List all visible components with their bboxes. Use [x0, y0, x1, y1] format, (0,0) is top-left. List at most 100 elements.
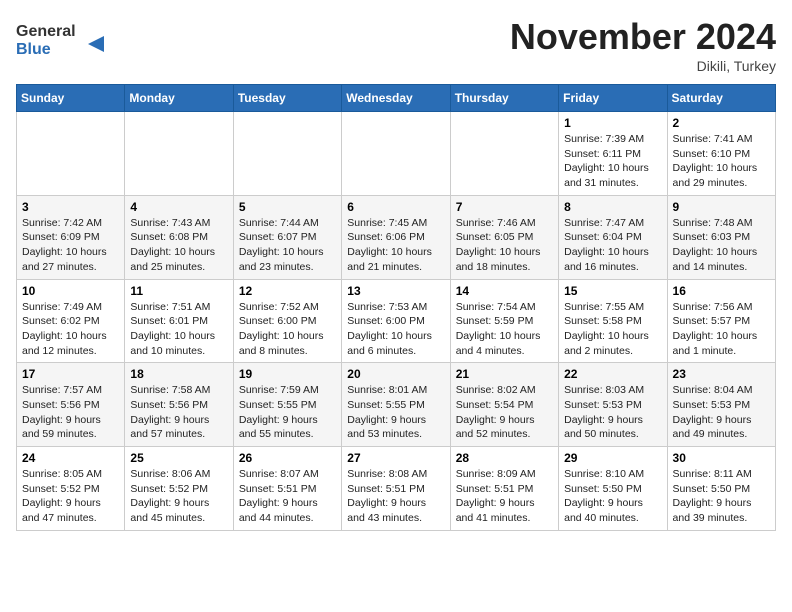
calendar-cell: 9 Sunrise: 7:48 AMSunset: 6:03 PMDaylight…: [667, 195, 775, 279]
svg-text:Blue: Blue: [16, 41, 51, 58]
day-info: Sunrise: 7:48 AMSunset: 6:03 PMDaylight:…: [673, 216, 770, 275]
calendar-cell: 20 Sunrise: 8:01 AMSunset: 5:55 PMDayligh…: [342, 363, 450, 447]
weekday-header: Sunday: [17, 85, 125, 112]
day-info: Sunrise: 7:43 AMSunset: 6:08 PMDaylight:…: [130, 216, 227, 275]
calendar-week-row: 1Sunrise: 7:39 AMSunset: 6:11 PMDaylight…: [17, 112, 776, 196]
weekday-header: Friday: [559, 85, 667, 112]
weekday-header: Wednesday: [342, 85, 450, 112]
calendar-cell: 25Sunrise: 8:06 AMSunset: 5:52 PMDayligh…: [125, 447, 233, 531]
logo: General Blue: [16, 16, 106, 65]
day-info: Sunrise: 7:39 AMSunset: 6:11 PMDaylight:…: [564, 132, 661, 191]
calendar-cell: [342, 112, 450, 196]
day-number: 17: [22, 367, 119, 381]
day-info: Sunrise: 7:41 AMSunset: 6:10 PMDaylight:…: [673, 132, 770, 191]
day-info: Sunrise: 7:58 AMSunset: 5:56 PMDaylight:…: [130, 383, 227, 442]
calendar-cell: 21Sunrise: 8:02 AMSunset: 5:54 PMDayligh…: [450, 363, 558, 447]
calendar-cell: 19 Sunrise: 7:59 AMSunset: 5:55 PMDayligh…: [233, 363, 341, 447]
day-info: Sunrise: 8:10 AMSunset: 5:50 PMDaylight:…: [564, 467, 661, 526]
calendar-week-row: 10 Sunrise: 7:49 AMSunset: 6:02 PMDayligh…: [17, 279, 776, 363]
day-number: 15: [564, 284, 661, 298]
day-number: 24: [22, 451, 119, 465]
calendar-cell: 26 Sunrise: 8:07 AMSunset: 5:51 PMDayligh…: [233, 447, 341, 531]
day-number: 27: [347, 451, 444, 465]
day-number: 23: [673, 367, 770, 381]
day-number: 7: [456, 200, 553, 214]
calendar-cell: 4 Sunrise: 7:43 AMSunset: 6:08 PMDaylight…: [125, 195, 233, 279]
location: Dikili, Turkey: [510, 58, 776, 74]
calendar-week-row: 17 Sunrise: 7:57 AMSunset: 5:56 PMDayligh…: [17, 363, 776, 447]
day-number: 5: [239, 200, 336, 214]
day-info: Sunrise: 8:11 AMSunset: 5:50 PMDaylight:…: [673, 467, 770, 526]
calendar-table: SundayMondayTuesdayWednesdayThursdayFrid…: [16, 84, 776, 531]
day-number: 12: [239, 284, 336, 298]
calendar-cell: 10 Sunrise: 7:49 AMSunset: 6:02 PMDayligh…: [17, 279, 125, 363]
day-number: 14: [456, 284, 553, 298]
day-number: 19: [239, 367, 336, 381]
calendar-cell: [125, 112, 233, 196]
day-number: 6: [347, 200, 444, 214]
day-info: Sunrise: 7:42 AMSunset: 6:09 PMDaylight:…: [22, 216, 119, 275]
calendar-cell: 11 Sunrise: 7:51 AMSunset: 6:01 PMDayligh…: [125, 279, 233, 363]
day-info: Sunrise: 7:51 AMSunset: 6:01 PMDaylight:…: [130, 300, 227, 359]
day-info: Sunrise: 8:06 AMSunset: 5:52 PMDaylight:…: [130, 467, 227, 526]
calendar-cell: 5 Sunrise: 7:44 AMSunset: 6:07 PMDaylight…: [233, 195, 341, 279]
month-title: November 2024: [510, 16, 776, 58]
calendar-cell: 2Sunrise: 7:41 AMSunset: 6:10 PMDaylight…: [667, 112, 775, 196]
calendar-cell: 29Sunrise: 8:10 AMSunset: 5:50 PMDayligh…: [559, 447, 667, 531]
day-info: Sunrise: 8:08 AMSunset: 5:51 PMDaylight:…: [347, 467, 444, 526]
day-number: 10: [22, 284, 119, 298]
calendar-cell: 7Sunrise: 7:46 AMSunset: 6:05 PMDaylight…: [450, 195, 558, 279]
logo-text-block: General Blue: [16, 16, 106, 65]
calendar-cell: 16 Sunrise: 7:56 AMSunset: 5:57 PMDayligh…: [667, 279, 775, 363]
day-info: Sunrise: 7:49 AMSunset: 6:02 PMDaylight:…: [22, 300, 119, 359]
day-info: Sunrise: 7:55 AMSunset: 5:58 PMDaylight:…: [564, 300, 661, 359]
day-info: Sunrise: 7:44 AMSunset: 6:07 PMDaylight:…: [239, 216, 336, 275]
calendar-cell: 12 Sunrise: 7:52 AMSunset: 6:00 PMDayligh…: [233, 279, 341, 363]
day-info: Sunrise: 8:02 AMSunset: 5:54 PMDaylight:…: [456, 383, 553, 442]
calendar-header-row: SundayMondayTuesdayWednesdayThursdayFrid…: [17, 85, 776, 112]
day-number: 4: [130, 200, 227, 214]
day-info: Sunrise: 8:07 AMSunset: 5:51 PMDaylight:…: [239, 467, 336, 526]
day-number: 26: [239, 451, 336, 465]
calendar-cell: 30Sunrise: 8:11 AMSunset: 5:50 PMDayligh…: [667, 447, 775, 531]
calendar-cell: 24 Sunrise: 8:05 AMSunset: 5:52 PMDayligh…: [17, 447, 125, 531]
calendar-cell: 3 Sunrise: 7:42 AMSunset: 6:09 PMDaylight…: [17, 195, 125, 279]
page-header: General Blue November 2024 Dikili, Turke…: [16, 16, 776, 74]
calendar-cell: [233, 112, 341, 196]
weekday-header: Thursday: [450, 85, 558, 112]
calendar-cell: 15 Sunrise: 7:55 AMSunset: 5:58 PMDayligh…: [559, 279, 667, 363]
calendar-cell: [17, 112, 125, 196]
day-info: Sunrise: 7:59 AMSunset: 5:55 PMDaylight:…: [239, 383, 336, 442]
day-number: 16: [673, 284, 770, 298]
day-number: 13: [347, 284, 444, 298]
calendar-week-row: 3 Sunrise: 7:42 AMSunset: 6:09 PMDaylight…: [17, 195, 776, 279]
calendar-cell: 13 Sunrise: 7:53 AMSunset: 6:00 PMDayligh…: [342, 279, 450, 363]
svg-text:General: General: [16, 23, 76, 40]
calendar-cell: 23 Sunrise: 8:04 AMSunset: 5:53 PMDayligh…: [667, 363, 775, 447]
day-info: Sunrise: 8:05 AMSunset: 5:52 PMDaylight:…: [22, 467, 119, 526]
day-number: 3: [22, 200, 119, 214]
day-info: Sunrise: 8:09 AMSunset: 5:51 PMDaylight:…: [456, 467, 553, 526]
calendar-week-row: 24 Sunrise: 8:05 AMSunset: 5:52 PMDayligh…: [17, 447, 776, 531]
calendar-cell: 22 Sunrise: 8:03 AMSunset: 5:53 PMDayligh…: [559, 363, 667, 447]
weekday-header: Monday: [125, 85, 233, 112]
day-info: Sunrise: 7:53 AMSunset: 6:00 PMDaylight:…: [347, 300, 444, 359]
day-info: Sunrise: 8:03 AMSunset: 5:53 PMDaylight:…: [564, 383, 661, 442]
day-number: 22: [564, 367, 661, 381]
calendar-cell: 6Sunrise: 7:45 AMSunset: 6:06 PMDaylight…: [342, 195, 450, 279]
day-number: 11: [130, 284, 227, 298]
day-info: Sunrise: 8:04 AMSunset: 5:53 PMDaylight:…: [673, 383, 770, 442]
calendar-cell: 1Sunrise: 7:39 AMSunset: 6:11 PMDaylight…: [559, 112, 667, 196]
day-number: 20: [347, 367, 444, 381]
calendar-cell: 18Sunrise: 7:58 AMSunset: 5:56 PMDayligh…: [125, 363, 233, 447]
day-info: Sunrise: 7:56 AMSunset: 5:57 PMDaylight:…: [673, 300, 770, 359]
day-number: 9: [673, 200, 770, 214]
calendar-cell: 27 Sunrise: 8:08 AMSunset: 5:51 PMDayligh…: [342, 447, 450, 531]
day-info: Sunrise: 7:47 AMSunset: 6:04 PMDaylight:…: [564, 216, 661, 275]
day-info: Sunrise: 7:57 AMSunset: 5:56 PMDaylight:…: [22, 383, 119, 442]
title-block: November 2024 Dikili, Turkey: [510, 16, 776, 74]
day-info: Sunrise: 8:01 AMSunset: 5:55 PMDaylight:…: [347, 383, 444, 442]
day-info: Sunrise: 7:52 AMSunset: 6:00 PMDaylight:…: [239, 300, 336, 359]
day-number: 28: [456, 451, 553, 465]
calendar-cell: 14Sunrise: 7:54 AMSunset: 5:59 PMDayligh…: [450, 279, 558, 363]
